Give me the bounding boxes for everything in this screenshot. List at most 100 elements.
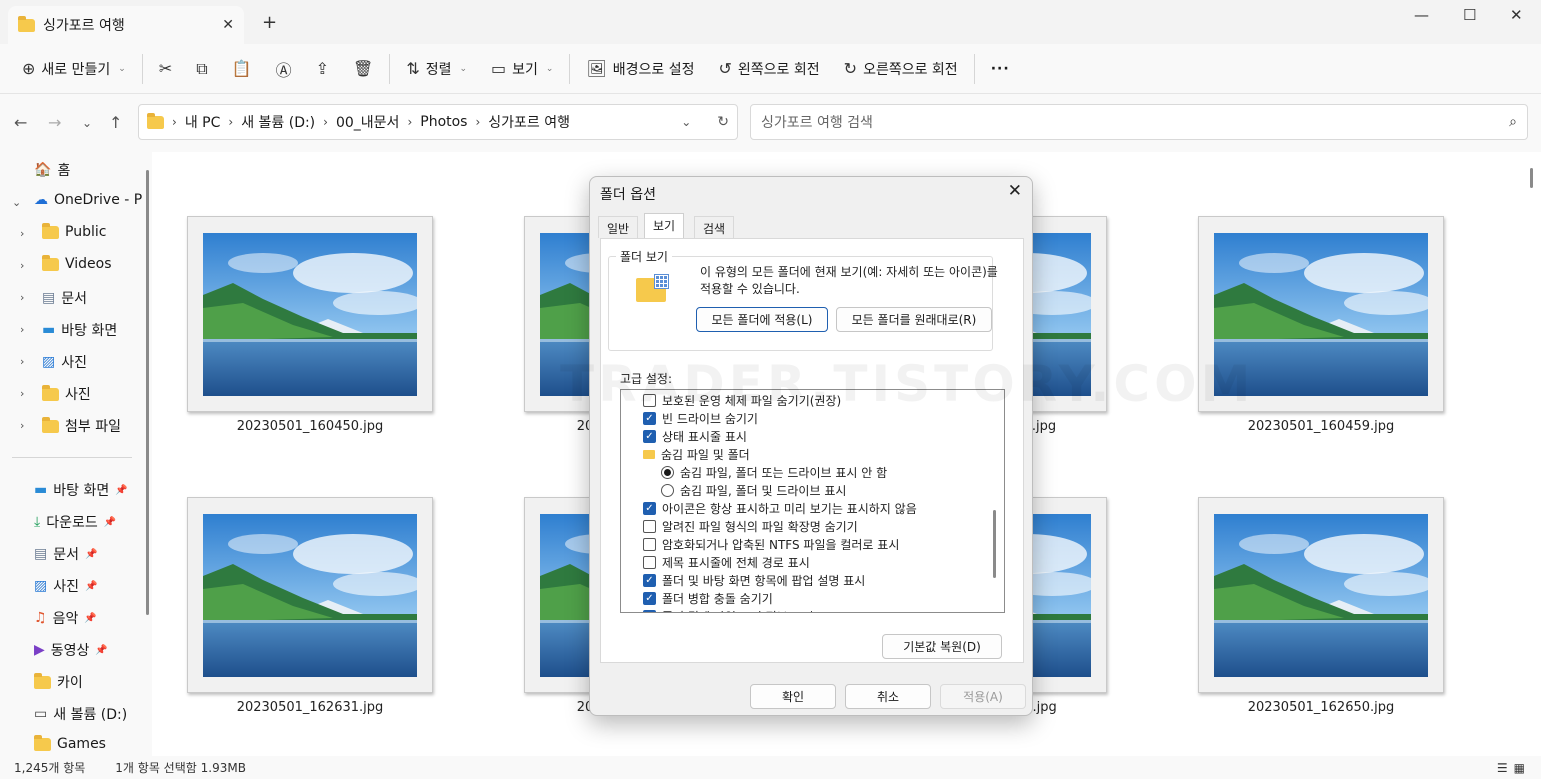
setting-row[interactable]: ✓ 폴더 팁에 파일 크기 정보 표시 <box>643 608 814 612</box>
quick-item-documents[interactable]: ▤ 문서 📌 <box>34 544 97 564</box>
file-name[interactable]: 20230501_162650.jpg <box>1198 700 1444 715</box>
new-tab-button[interactable]: + <box>262 12 277 33</box>
file-thumbnail[interactable] <box>1198 497 1444 693</box>
chevron-right-icon[interactable]: › <box>20 259 24 272</box>
forward-button[interactable]: → <box>48 113 61 132</box>
quick-item-drive-d[interactable]: ▭ 새 볼륨 (D:) <box>34 704 127 724</box>
apply-to-folders-button[interactable]: 모든 폴더에 적용(L) <box>696 307 828 332</box>
quick-item-kai[interactable]: 카이 <box>34 672 83 692</box>
restore-defaults-button[interactable]: 기본값 복원(D) <box>882 634 1002 659</box>
up-button[interactable]: ↑ <box>109 113 122 132</box>
setting-checkbox[interactable] <box>643 520 656 533</box>
setting-checkbox[interactable]: ✓ <box>643 412 656 425</box>
sidebar-item-home[interactable]: 🏠 홈 <box>34 160 70 180</box>
setting-checkbox[interactable]: ✓ <box>643 574 656 587</box>
search-icon[interactable]: ⌕ <box>1509 114 1517 130</box>
rotate-right-button[interactable]: ↻ 오른쪽으로 회전 <box>832 51 970 87</box>
tab-general[interactable]: 일반 <box>598 216 639 238</box>
close-button[interactable]: ✕ <box>1510 6 1523 24</box>
chevron-right-icon[interactable]: › <box>20 419 24 432</box>
quick-item-videos[interactable]: ▶ 동영상 📌 <box>34 640 108 660</box>
delete-button[interactable]: 🗑 <box>341 51 385 87</box>
setting-row[interactable]: ✓ 아이콘은 항상 표시하고 미리 보기는 표시하지 않음 <box>643 500 917 517</box>
file-name[interactable]: 20230501_162631.jpg <box>187 700 433 715</box>
maximize-button[interactable]: ☐ <box>1463 6 1476 24</box>
chevron-right-icon[interactable]: › <box>20 323 24 336</box>
breadcrumb-item[interactable]: 00_내문서 <box>336 112 399 132</box>
file-name[interactable]: 20230501_160450.jpg <box>187 419 433 434</box>
cancel-button[interactable]: 취소 <box>845 684 931 709</box>
setting-row[interactable]: 제목 표시줄에 전체 경로 표시 <box>643 554 810 571</box>
setting-checkbox[interactable]: ✓ <box>643 592 656 605</box>
sidebar-item-photos-folder[interactable]: 사진 <box>42 384 91 404</box>
breadcrumb-item[interactable]: 내 PC <box>185 112 221 132</box>
rename-button[interactable]: Ⓐ <box>264 51 304 87</box>
apply-button[interactable]: 적용(A) <box>940 684 1026 709</box>
sidebar-item-pictures[interactable]: ▨ 사진 <box>42 352 87 372</box>
minimize-button[interactable]: — <box>1414 6 1429 24</box>
chevron-down-icon[interactable]: ⌄ <box>12 196 21 209</box>
sidebar-item-public[interactable]: Public <box>42 222 106 240</box>
details-view-icon[interactable]: ☰ <box>1497 761 1514 775</box>
sidebar-item-attachments[interactable]: 첨부 파일 <box>42 416 121 436</box>
window-tab[interactable]: 싱가포르 여행 ✕ <box>8 6 244 44</box>
setting-radio[interactable] <box>661 466 674 479</box>
paste-button[interactable]: 📋 <box>220 51 264 87</box>
setting-row[interactable]: 알려진 파일 형식의 파일 확장명 숨기기 <box>643 518 858 535</box>
setting-row[interactable]: 숨김 파일 및 폴더 <box>643 446 750 463</box>
chevron-right-icon[interactable]: › <box>20 355 24 368</box>
setting-row[interactable]: 숨김 파일, 폴더 또는 드라이브 표시 안 함 <box>661 464 887 481</box>
file-thumbnail[interactable] <box>187 216 433 412</box>
tab-close-icon[interactable]: ✕ <box>222 17 234 33</box>
setting-checkbox[interactable] <box>643 538 656 551</box>
file-thumbnail[interactable] <box>187 497 433 693</box>
new-button[interactable]: ⊕ 새로 만들기 ⌄ <box>10 51 138 87</box>
address-bar[interactable]: › 내 PC › 새 볼륨 (D:) › 00_내문서 › Photos › 싱… <box>138 104 738 140</box>
recent-locations-button[interactable]: ⌄ <box>82 116 92 130</box>
reset-folders-button[interactable]: 모든 폴더를 원래대로(R) <box>836 307 992 332</box>
sidebar-scrollbar[interactable] <box>146 170 149 615</box>
breadcrumb-item[interactable]: 싱가포르 여행 <box>488 112 570 132</box>
setting-row[interactable]: 암호화되거나 압축된 NTFS 파일을 컬러로 표시 <box>643 536 899 553</box>
tab-view[interactable]: 보기 <box>644 213 685 239</box>
view-toggle-icons[interactable]: ☰▦ <box>1497 761 1531 775</box>
chevron-right-icon[interactable]: › <box>20 291 24 304</box>
tab-search[interactable]: 검색 <box>694 216 735 238</box>
breadcrumb-item[interactable]: 새 볼륨 (D:) <box>241 112 315 132</box>
setting-checkbox[interactable]: ✓ <box>643 430 656 443</box>
copy-button[interactable]: ⧉ <box>184 51 219 87</box>
setting-checkbox[interactable] <box>643 556 656 569</box>
dialog-close-icon[interactable]: ✕ <box>1008 181 1022 201</box>
setting-row[interactable]: 숨김 파일, 폴더 및 드라이브 표시 <box>661 482 846 499</box>
file-name[interactable]: 20230501_160459.jpg <box>1198 419 1444 434</box>
sidebar-item-desktop[interactable]: ▬ 바탕 화면 <box>42 320 117 340</box>
rotate-left-button[interactable]: ↺ 왼쪽으로 회전 <box>707 51 832 87</box>
sidebar-item-documents[interactable]: ▤ 문서 <box>42 288 87 308</box>
share-button[interactable]: ⇪ <box>304 51 341 87</box>
quick-item-music[interactable]: ♫ 음악 📌 <box>34 608 97 628</box>
search-box[interactable]: 싱가포르 여행 검색 ⌕ <box>750 104 1528 140</box>
search-input[interactable]: 싱가포르 여행 검색 <box>761 112 873 132</box>
quick-item-desktop[interactable]: ▬ 바탕 화면 📌 <box>34 480 128 500</box>
chevron-down-icon[interactable]: ⌄ <box>681 115 691 129</box>
sidebar-item-onedrive[interactable]: ☁ OneDrive - Pe <box>34 192 142 208</box>
tiles-view-icon[interactable]: ▦ <box>1514 761 1531 775</box>
sort-button[interactable]: ⇅ 정렬 ⌄ <box>394 51 479 87</box>
ok-button[interactable]: 확인 <box>750 684 836 709</box>
setting-row[interactable]: ✓ 폴더 및 바탕 화면 항목에 팝업 설명 표시 <box>643 572 865 589</box>
breadcrumb-item[interactable]: Photos <box>420 114 467 130</box>
advanced-settings-list[interactable]: 보호된 운영 체제 파일 숨기기(권장) ✓ 빈 드라이브 숨기기 ✓ 상태 표시줄 표… <box>620 389 1005 613</box>
chevron-right-icon[interactable]: › <box>20 227 24 240</box>
sidebar-item-videos[interactable]: Videos <box>42 254 112 272</box>
setting-row[interactable]: ✓ 폴더 병합 충돌 숨기기 <box>643 590 773 607</box>
quick-item-downloads[interactable]: ⤓ 다운로드 📌 <box>34 512 116 532</box>
quick-item-games[interactable]: Games <box>34 734 106 752</box>
settings-scrollbar[interactable] <box>993 510 996 578</box>
view-button[interactable]: ▭ 보기 ⌄ <box>479 51 565 87</box>
quick-item-pictures[interactable]: ▨ 사진 📌 <box>34 576 97 596</box>
more-button[interactable]: ··· <box>979 51 1022 87</box>
set-background-button[interactable]: 🖼 배경으로 설정 <box>574 51 706 87</box>
back-button[interactable]: ← <box>14 113 27 132</box>
refresh-icon[interactable]: ↻ <box>717 114 729 130</box>
content-scrollbar[interactable] <box>1530 168 1533 188</box>
